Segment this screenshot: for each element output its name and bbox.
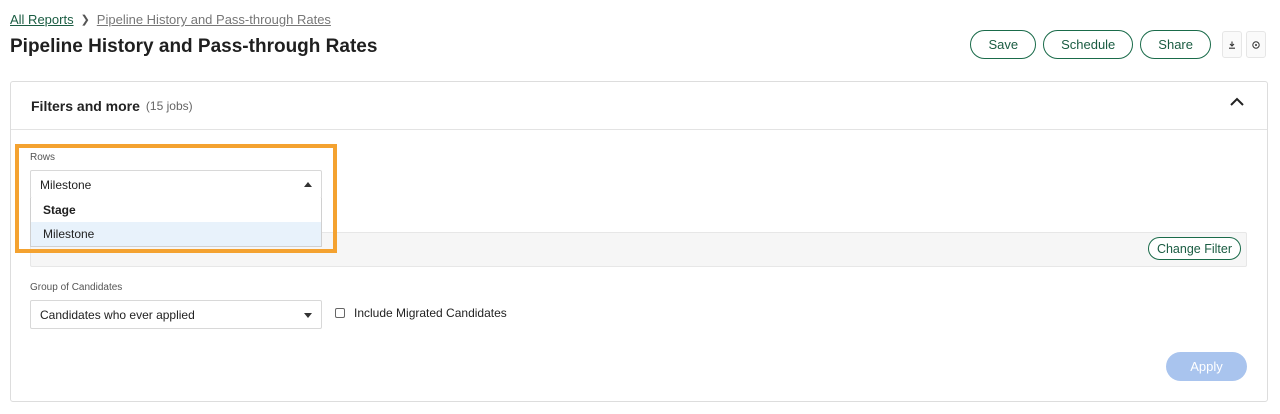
apply-button[interactable]: Apply <box>1166 352 1247 381</box>
filters-title: Filters and more <box>31 97 140 114</box>
rows-option-milestone[interactable]: Milestone <box>31 222 321 246</box>
include-migrated-checkbox[interactable] <box>335 308 345 318</box>
group-of-candidates-value: Candidates who ever applied <box>40 307 195 322</box>
page-title: Pipeline History and Pass-through Rates <box>10 36 378 57</box>
breadcrumb-all-reports-link[interactable]: All Reports <box>10 12 74 27</box>
change-filter-button[interactable]: Change Filter <box>1147 237 1241 260</box>
share-button[interactable]: Share <box>1140 30 1211 59</box>
download-icon <box>1229 41 1235 49</box>
download-button[interactable] <box>1222 31 1242 58</box>
jobs-count: (15 jobs) <box>145 98 193 113</box>
chevron-right-icon: ❯ <box>80 14 90 26</box>
schedule-button[interactable]: Schedule <box>1043 30 1134 59</box>
caret-down-icon <box>304 313 312 318</box>
group-of-candidates-label: Group of Candidates <box>30 282 123 293</box>
help-button[interactable] <box>1246 31 1266 58</box>
help-icon <box>1252 40 1260 49</box>
rows-select-value: Milestone <box>40 177 92 192</box>
rows-option-stage[interactable]: Stage <box>31 198 321 222</box>
rows-label: Rows <box>30 152 56 163</box>
include-migrated-option[interactable]: Include Migrated Candidates <box>335 306 507 320</box>
chevron-up-icon[interactable] <box>1227 92 1247 112</box>
breadcrumb: All Reports ❯ Pipeline History and Pass-… <box>10 12 331 27</box>
rows-select[interactable]: Milestone <box>30 170 322 199</box>
header-actions: Save Schedule Share <box>970 30 1266 59</box>
rows-dropdown-menu: Stage Milestone <box>30 198 322 247</box>
group-of-candidates-select[interactable]: Candidates who ever applied <box>30 300 322 329</box>
include-migrated-label: Include Migrated Candidates <box>354 306 507 320</box>
caret-up-icon <box>304 182 312 187</box>
breadcrumb-current[interactable]: Pipeline History and Pass-through Rates <box>97 12 331 27</box>
save-button[interactable]: Save <box>970 30 1037 59</box>
filters-panel-header[interactable]: Filters and more (15 jobs) <box>11 82 1267 130</box>
